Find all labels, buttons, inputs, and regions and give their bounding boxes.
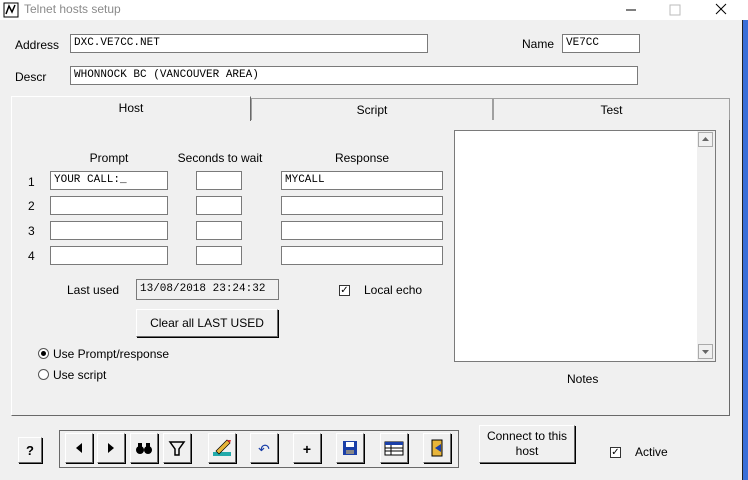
wait-field[interactable] [196,221,242,240]
scroll-down-icon[interactable] [698,344,713,359]
local-echo-label: Local echo [364,283,423,297]
maximize-button[interactable] [664,0,686,20]
row-number: 2 [28,199,35,213]
row-number: 1 [28,175,35,189]
response-field[interactable] [281,221,443,240]
prompt-field[interactable] [50,246,168,265]
local-echo-checkbox[interactable]: ✓ [339,285,350,296]
connect-button[interactable]: Connect to this host [479,425,575,463]
exit-button[interactable] [423,433,451,463]
window-title: Telnet hosts setup [24,2,121,16]
undo-icon: ↶ [258,441,270,457]
use-prompt-label: Use Prompt/response [53,347,170,361]
wait-field[interactable] [196,171,242,190]
notes-scrollbar[interactable] [697,131,715,361]
active-checkbox[interactable]: ✓ [610,447,621,458]
background-window-edge [742,20,748,480]
response-field[interactable] [281,246,443,265]
use-prompt-radio[interactable] [38,348,49,359]
prompt-column-header: Prompt [89,151,129,165]
app-logo-icon [3,2,19,18]
last-used-field: 13/08/2018 23:24:32 [136,279,279,300]
tab-test[interactable]: Test [493,98,730,120]
minimize-button[interactable] [620,0,642,20]
undo-button[interactable]: ↶ [250,433,278,463]
notes-textarea[interactable] [454,130,716,362]
clear-last-used-button[interactable]: Clear all LAST USED [136,309,278,337]
wait-field[interactable] [196,196,242,215]
wait-column-header: Seconds to wait [177,151,263,165]
close-button[interactable] [710,0,732,20]
prev-icon [76,443,82,453]
filter-button[interactable] [163,433,191,463]
descr-field[interactable]: WHONNOCK BC (VANCOUVER AREA) [70,66,638,85]
row-number: 4 [28,249,35,263]
help-icon: ? [26,443,34,458]
descr-label: Descr [15,70,47,84]
connect-button-label: Connect to this host [486,429,568,458]
active-label: Active [635,445,668,459]
edit-button[interactable] [208,433,236,463]
save-icon [343,441,357,455]
help-button[interactable]: ? [18,437,42,463]
prev-button[interactable] [65,433,93,463]
binoculars-icon [136,443,152,454]
address-field[interactable]: DXC.VE7CC.NET [70,34,428,53]
notes-label: Notes [567,372,599,386]
grid-button[interactable] [380,433,408,463]
next-icon [108,443,114,453]
response-column-header: Response [334,151,390,165]
add-button[interactable]: + [293,433,321,463]
last-used-label: Last used [67,283,120,297]
grid-icon [384,441,404,456]
name-field[interactable]: VE7CC [562,34,640,53]
tab-script[interactable]: Script [251,98,493,120]
wait-field[interactable] [196,246,242,265]
row-number: 3 [28,224,35,238]
prompt-field[interactable] [50,221,168,240]
filter-icon [168,441,186,456]
tab-host[interactable]: Host [11,96,251,121]
response-field[interactable]: MYCALL [281,171,443,190]
use-script-label: Use script [53,368,107,382]
edit-icon [213,439,231,456]
scroll-up-icon[interactable] [698,132,713,147]
exit-icon [431,439,443,457]
name-label: Name [522,37,555,51]
use-script-radio[interactable] [38,369,49,380]
prompt-field[interactable]: YOUR CALL:_ [50,171,168,190]
add-icon: + [302,441,312,457]
title-bar: Telnet hosts setup [0,0,748,20]
response-field[interactable] [281,196,443,215]
prompt-field[interactable] [50,196,168,215]
tab-strip: Host Script Test [11,96,730,121]
address-label: Address [15,38,60,52]
find-button[interactable] [130,433,158,463]
save-button[interactable] [336,433,364,463]
next-button[interactable] [97,433,125,463]
